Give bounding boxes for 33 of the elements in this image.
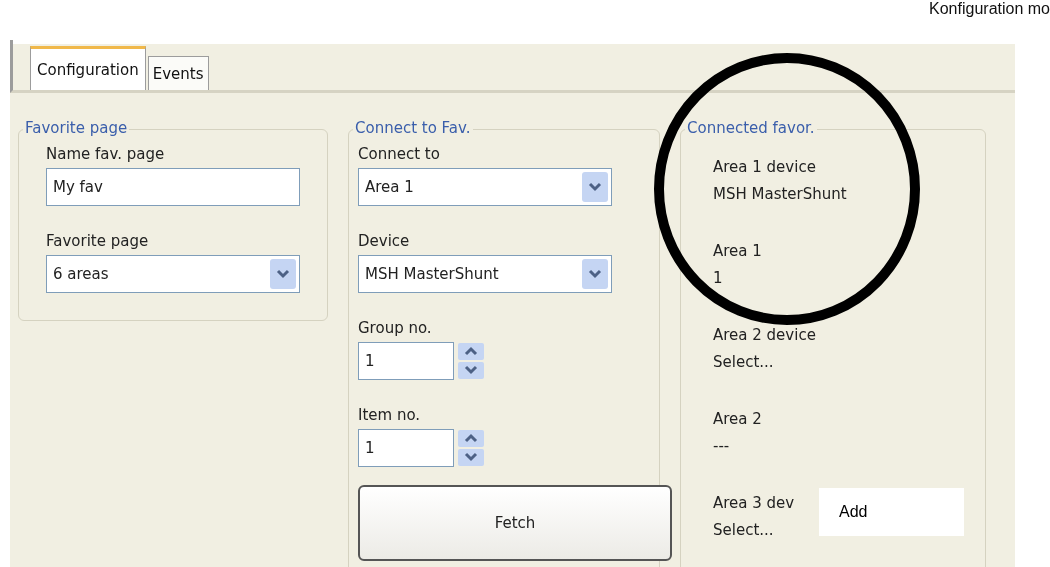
spin-buttons-icon[interactable] [458, 342, 484, 380]
group-title: Favorite page [23, 119, 130, 137]
entry-value: 1 [713, 268, 723, 289]
dropdown[interactable]: MSH MasterShunt [358, 255, 612, 293]
entry-label: Area 1 device [713, 157, 816, 178]
header-text: Konfiguration mo [929, 0, 1050, 19]
field-label: Connect to [358, 144, 441, 164]
entry-label: Area 3 dev [713, 493, 795, 514]
entry-label: Area 1 [713, 241, 762, 262]
field-label: Name fav. page [46, 144, 166, 164]
field-label: Item no. [358, 405, 422, 425]
field-label: Group no. [358, 318, 433, 338]
tab[interactable]: Configuration [30, 46, 146, 90]
chevron-down-icon [270, 259, 296, 289]
entry-label: Area 2 [713, 409, 762, 430]
tab[interactable]: Events [147, 56, 209, 90]
dropdown[interactable]: 6 areas [46, 255, 300, 293]
number-field[interactable]: 1 [358, 342, 454, 380]
entry-label: Area 2 device [713, 325, 816, 346]
chevron-down-icon [582, 259, 608, 289]
fetch-button[interactable]: Fetch [358, 485, 672, 561]
dropdown[interactable]: Area 1 [358, 168, 612, 206]
entry-value: Select... [713, 352, 774, 373]
field-label: Device [358, 231, 411, 251]
entry-value: --- [713, 436, 730, 457]
add-button[interactable]: Add [819, 488, 964, 536]
field-label: Favorite page [46, 231, 150, 251]
chevron-down-icon [582, 172, 608, 202]
entry-value: MSH MasterShunt [713, 184, 847, 205]
spin-buttons-icon[interactable] [458, 429, 484, 467]
number-field[interactable]: 1 [358, 429, 454, 467]
entry-value: Select... [713, 520, 774, 541]
text-field[interactable]: My fav [46, 168, 300, 206]
